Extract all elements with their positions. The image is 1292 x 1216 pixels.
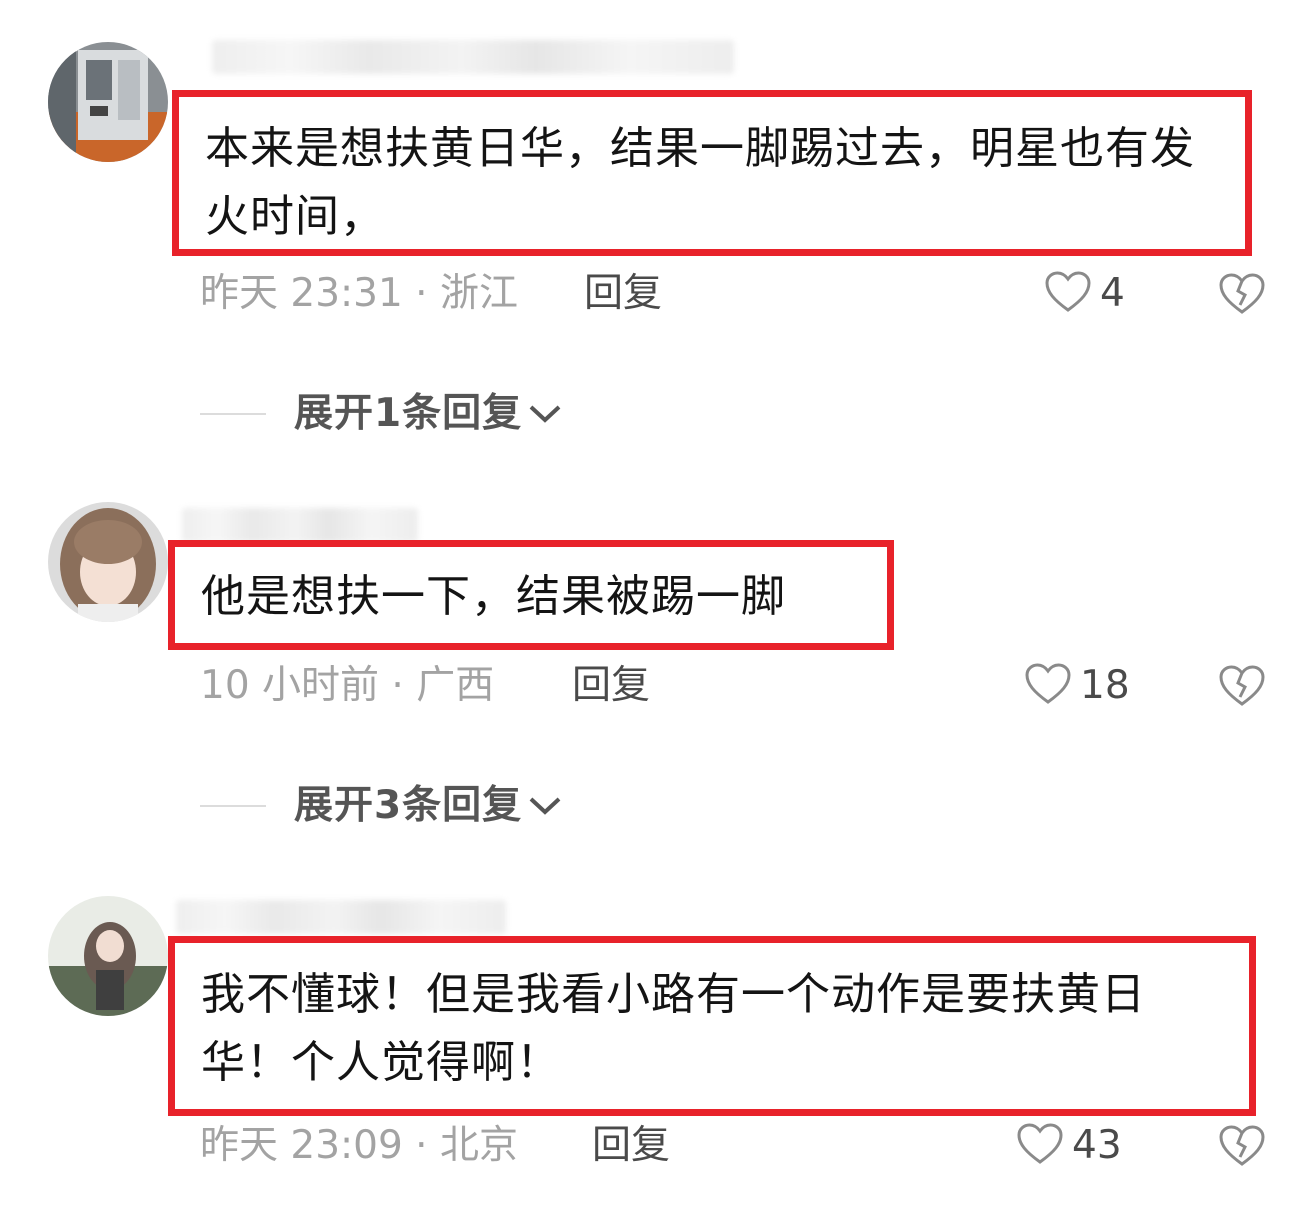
heart-outline-icon (1024, 662, 1072, 710)
like-count: 18 (1080, 663, 1130, 708)
username-redacted (212, 40, 734, 74)
like-button[interactable]: 18 (1024, 660, 1130, 712)
divider-line (200, 413, 266, 415)
username-redacted (176, 900, 506, 934)
username-redacted (182, 508, 418, 542)
avatar[interactable] (48, 42, 168, 162)
heart-outline-icon (1044, 270, 1092, 318)
chevron-down-icon (528, 795, 562, 817)
comment-meta: 昨天 23:09 · 北京 (200, 1123, 518, 1168)
like-count: 43 (1072, 1123, 1122, 1168)
avatar[interactable] (48, 502, 168, 622)
divider-line (200, 805, 266, 807)
dislike-button[interactable] (1218, 1124, 1266, 1172)
expand-replies[interactable]: 展开3条回复 (200, 778, 562, 834)
broken-heart-icon (1219, 665, 1265, 706)
comment-text: 他是想扶一下，结果被踢一脚 (201, 571, 786, 622)
like-count: 4 (1100, 271, 1125, 316)
comment-highlight-box: 我不懂球！但是我看小路有一个动作是要扶黄日华！个人觉得啊！ (168, 936, 1256, 1116)
dislike-button[interactable] (1218, 272, 1266, 320)
expand-replies[interactable]: 展开1条回复 (200, 386, 562, 442)
like-button[interactable]: 4 (1044, 268, 1125, 320)
reply-button[interactable]: 回复 (592, 1120, 670, 1172)
comment-meta: 10 小时前 · 广西 (200, 663, 495, 708)
comment-highlight-box: 本来是想扶黄日华，结果一脚踢过去，明星也有发火时间， (172, 90, 1252, 256)
comment-highlight-box: 他是想扶一下，结果被踢一脚 (168, 540, 894, 650)
comment-meta: 昨天 23:31 · 浙江 (200, 271, 518, 316)
expand-label: 展开1条回复 (294, 391, 523, 436)
broken-heart-icon (1219, 273, 1265, 314)
chevron-down-icon (528, 403, 562, 425)
comment-text: 本来是想扶黄日华，结果一脚踢过去，明星也有发火时间， (205, 123, 1195, 242)
avatar[interactable] (48, 896, 168, 1016)
like-button[interactable]: 43 (1016, 1120, 1122, 1172)
reply-button[interactable]: 回复 (584, 268, 662, 320)
broken-heart-icon (1219, 1125, 1265, 1166)
comment-text: 我不懂球！但是我看小路有一个动作是要扶黄日华！个人觉得啊！ (201, 969, 1146, 1088)
expand-label: 展开3条回复 (294, 783, 523, 828)
heart-outline-icon (1016, 1122, 1064, 1170)
reply-button[interactable]: 回复 (572, 660, 650, 712)
dislike-button[interactable] (1218, 664, 1266, 712)
